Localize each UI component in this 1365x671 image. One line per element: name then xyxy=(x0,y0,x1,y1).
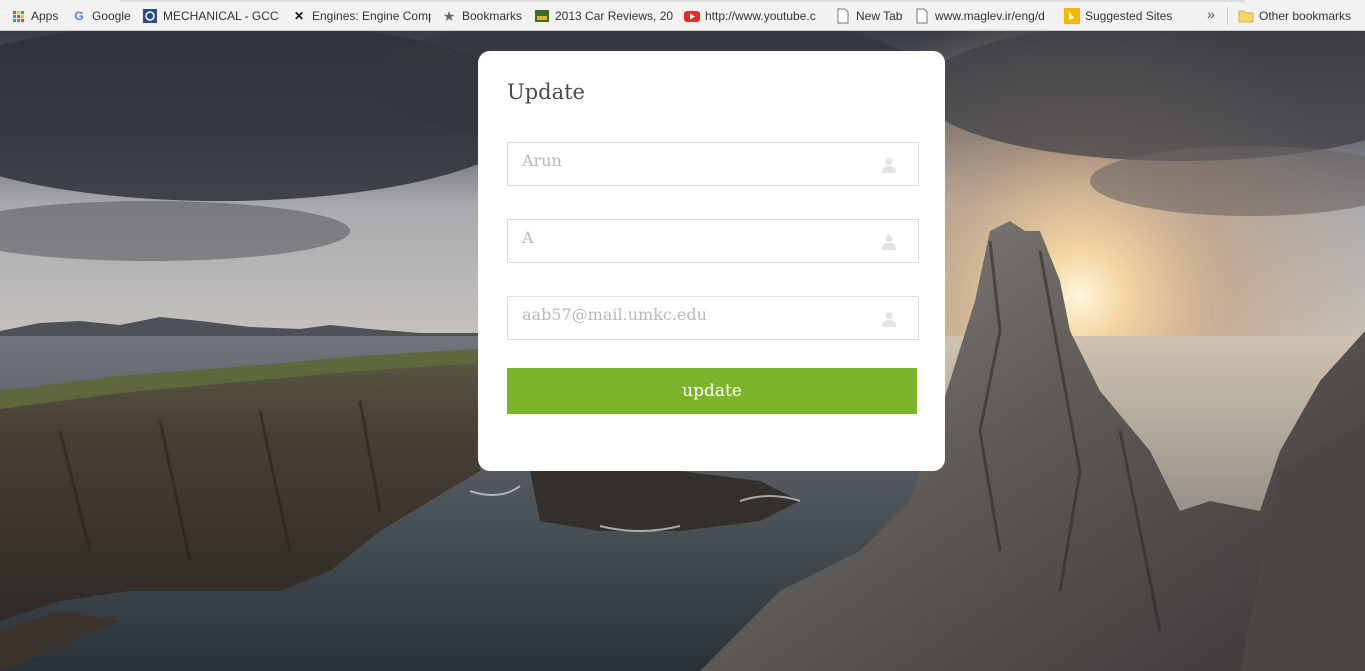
user-icon xyxy=(882,158,896,173)
bookmark-suggested-sites[interactable]: Suggested Sites xyxy=(1064,7,1174,25)
site-logo-icon xyxy=(142,8,158,24)
bookmark-label: New Tab xyxy=(856,9,903,23)
first-name-value: Arun xyxy=(522,151,562,170)
bookmark-mechanical[interactable]: MECHANICAL - GCC E xyxy=(142,7,281,25)
youtube-icon xyxy=(684,8,700,24)
bookmark-google[interactable]: G Google xyxy=(71,7,133,25)
bookmark-label: Apps xyxy=(31,9,59,23)
bookmark-maglev[interactable]: www.maglev.ir/eng/d xyxy=(914,7,1054,25)
divider xyxy=(1227,7,1228,25)
google-g-icon: G xyxy=(74,9,84,23)
overflow-chevron-icon[interactable]: » xyxy=(1207,6,1215,22)
update-button[interactable]: update xyxy=(507,368,917,414)
last-name-value: A xyxy=(522,228,534,247)
bookmark-engines[interactable]: ✕ Engines: Engine Comp xyxy=(291,7,431,25)
bookmark-youtube[interactable]: http://www.youtube.c xyxy=(684,7,824,25)
first-name-field[interactable]: Arun xyxy=(507,142,919,186)
bookmark-label: Google xyxy=(92,9,131,23)
bookmark-label: Engines: Engine Comp xyxy=(312,9,431,23)
folder-icon xyxy=(1238,8,1254,24)
update-card: Update Arun A aab57@mail.umkc.edu update xyxy=(478,51,945,471)
bookmark-other[interactable]: Other bookmarks xyxy=(1238,7,1358,25)
email-field[interactable]: aab57@mail.umkc.edu xyxy=(507,296,919,340)
x-logo-icon: ✕ xyxy=(293,9,305,23)
bookmark-label: Suggested Sites xyxy=(1085,9,1173,23)
car-site-icon xyxy=(534,8,550,24)
bookmark-car-reviews[interactable]: 2013 Car Reviews, 201 xyxy=(534,7,674,25)
bookmarks-bar: Apps G Google MECHANICAL - GCC E ✕ Engin… xyxy=(0,0,1365,31)
user-icon xyxy=(882,235,896,250)
bookmark-new-tab[interactable]: New Tab xyxy=(835,7,907,25)
bookmark-label: http://www.youtube.c xyxy=(705,9,816,23)
email-value: aab57@mail.umkc.edu xyxy=(522,305,707,324)
page-icon xyxy=(914,8,930,24)
bing-icon xyxy=(1064,8,1080,24)
bookmark-bookmarks[interactable]: ★ Bookmarks xyxy=(441,7,525,25)
user-icon xyxy=(882,312,896,327)
page-icon xyxy=(835,8,851,24)
bookmark-label: Bookmarks xyxy=(462,9,523,23)
bookmark-label: www.maglev.ir/eng/d xyxy=(935,9,1045,23)
card-title: Update xyxy=(507,80,585,104)
bookmark-label: Other bookmarks xyxy=(1259,9,1352,23)
apps-grid-icon xyxy=(10,8,26,24)
last-name-field[interactable]: A xyxy=(507,219,919,263)
star-icon: ★ xyxy=(442,7,456,24)
bookmark-apps[interactable]: Apps xyxy=(10,7,66,25)
bookmark-label: MECHANICAL - GCC E xyxy=(163,9,281,23)
bookmark-label: 2013 Car Reviews, 201 xyxy=(555,9,674,23)
